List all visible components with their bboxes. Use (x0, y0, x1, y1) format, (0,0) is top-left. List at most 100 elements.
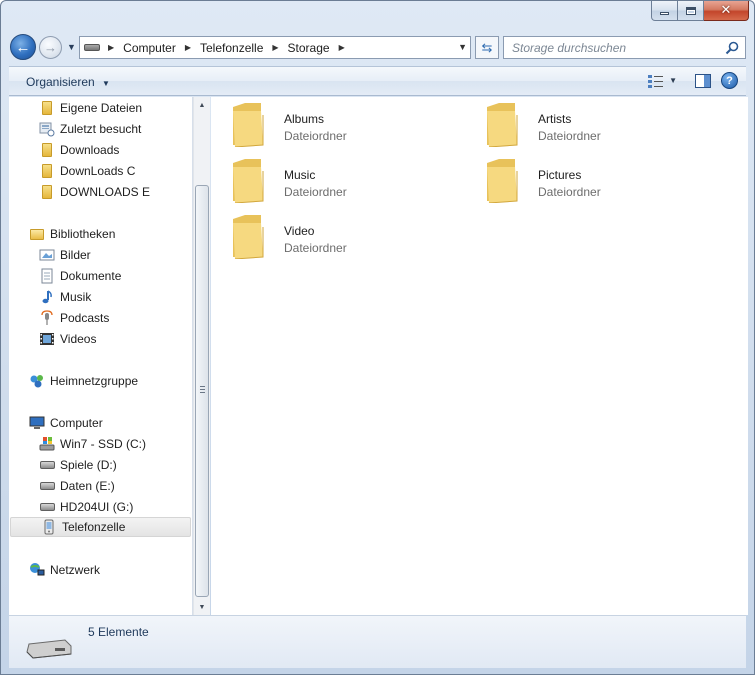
sidebar-item-label: Downloads (60, 143, 120, 157)
caption-buttons: ✕ (651, 1, 749, 21)
libraries-icon (29, 226, 45, 242)
sidebar-item-downloads[interactable]: Downloads (9, 140, 119, 160)
navigation-bar: ← → ▼ ▶ Computer ▶ Telefonzelle ▶ Storag… (9, 33, 746, 61)
sidebar-item-drive-d[interactable]: Spiele (D:) (9, 455, 117, 475)
search-box[interactable]: Storage durchsuchen (503, 36, 746, 59)
sidebar-item-bibliotheken[interactable]: Bibliotheken (9, 224, 115, 244)
sidebar-item-netzwerk[interactable]: Netzwerk (9, 560, 100, 580)
scroll-up-icon[interactable]: ▲ (194, 97, 210, 113)
network-icon (29, 562, 45, 578)
sidebar-item-podcasts[interactable]: Podcasts (9, 308, 109, 328)
sidebar-item-musik[interactable]: Musik (9, 287, 91, 307)
organize-menu[interactable]: Organisieren ▼ (26, 75, 110, 89)
minimize-icon (660, 12, 669, 15)
toolbar-right: ▼ ? (647, 72, 738, 89)
folder-icon (39, 100, 55, 116)
folder-icon (39, 142, 55, 158)
maximize-button[interactable] (678, 1, 704, 21)
command-bar: Organisieren ▼ ▼ ? (9, 66, 746, 96)
folder-tile-albums[interactable]: Albums Dateiordner (211, 97, 451, 149)
sidebar-item-label: Computer (50, 416, 103, 430)
folder-name: Albums (284, 112, 325, 126)
folder-tile-music[interactable]: Music Dateiordner (211, 153, 451, 205)
search-icon[interactable] (725, 41, 739, 55)
folder-icon (487, 159, 518, 203)
folder-tile-video[interactable]: Video Dateiordner (211, 209, 451, 261)
folder-name: Video (284, 224, 315, 238)
sidebar-item-telefonzelle[interactable]: Telefonzelle (10, 517, 191, 537)
sidebar-item-drive-g[interactable]: HD204UI (G:) (9, 497, 133, 517)
sidebar-item-label: Netzwerk (50, 563, 101, 577)
sidebar-item-computer[interactable]: Computer (9, 413, 103, 433)
sidebar-item-label: Podcasts (60, 311, 110, 325)
close-button[interactable]: ✕ (704, 1, 749, 21)
sidebar-item-bilder[interactable]: Bilder (9, 245, 91, 265)
sidebar-item-dokumente[interactable]: Dokumente (9, 266, 121, 286)
sidebar-item-zuletzt-besucht[interactable]: Zuletzt besucht (9, 119, 141, 139)
breadcrumb-storage[interactable]: Storage (288, 41, 330, 55)
maximize-icon (685, 6, 696, 15)
preview-pane-icon[interactable] (695, 73, 711, 88)
breadcrumb-separator-icon[interactable]: ▶ (272, 43, 278, 52)
folder-icon (39, 163, 55, 179)
sidebar-item-videos[interactable]: Videos (9, 329, 96, 349)
breadcrumb-computer[interactable]: Computer (123, 41, 176, 55)
recent-pages-dropdown[interactable]: ▼ (67, 42, 76, 52)
folder-name: Artists (538, 112, 572, 126)
sidebar-item-label: DownLoads C (60, 164, 136, 178)
breadcrumb-separator-icon[interactable]: ▶ (108, 43, 114, 52)
sidebar-item-label: Bibliotheken (50, 227, 116, 241)
podcasts-library-icon (39, 310, 55, 326)
folder-type: Dateiordner (284, 129, 347, 143)
minimize-button[interactable] (651, 1, 678, 21)
sidebar-item-label: Bilder (60, 248, 91, 262)
search-placeholder: Storage durchsuchen (512, 40, 627, 55)
scroll-down-icon[interactable]: ▼ (194, 599, 210, 615)
system-drive-icon (39, 436, 55, 452)
change-view-icon[interactable] (647, 74, 665, 88)
sidebar-item-label: Eigene Dateien (60, 101, 143, 115)
drive-icon (39, 457, 55, 473)
item-count: 5 Elemente (88, 625, 149, 639)
sidebar-item-drive-c[interactable]: Win7 - SSD (C:) (9, 434, 146, 454)
view-options-dropdown-icon[interactable]: ▼ (669, 76, 677, 85)
computer-icon (29, 415, 45, 431)
breadcrumb-telefonzelle[interactable]: Telefonzelle (200, 41, 263, 55)
breadcrumb-separator-icon[interactable]: ▶ (339, 43, 345, 52)
drive-icon (39, 478, 55, 494)
folder-type: Dateiordner (284, 185, 347, 199)
sidebar-item-label: DOWNLOADS E (60, 185, 151, 199)
sidebar-item-downloads-e[interactable]: DOWNLOADS E (9, 182, 150, 202)
folder-icon (39, 184, 55, 200)
sidebar-item-downloads-c[interactable]: DownLoads C (9, 161, 135, 181)
folder-tile-artists[interactable]: Artists Dateiordner (465, 97, 705, 149)
breadcrumb-separator-icon[interactable]: ▶ (185, 43, 191, 52)
sidebar-item-heimnetzgruppe[interactable]: Heimnetzgruppe (9, 371, 138, 391)
chevron-down-icon: ▼ (102, 79, 110, 88)
address-dropdown-icon[interactable]: ▼ (458, 42, 467, 52)
forward-button[interactable]: → (39, 36, 62, 59)
details-pane: 5 Elemente (9, 615, 746, 668)
navigation-pane-scrollbar[interactable]: ▲ ▼ (193, 97, 210, 615)
file-list: Albums Dateiordner Artists Dateiordner M… (211, 97, 748, 615)
removable-drive-icon (26, 639, 72, 659)
scrollbar-thumb[interactable] (195, 185, 209, 597)
sidebar-item-label: Videos (60, 332, 97, 346)
pictures-library-icon (39, 247, 55, 263)
close-icon: ✕ (720, 3, 732, 18)
sidebar-item-label: Telefonzelle (62, 520, 126, 534)
sidebar-item-label: Zuletzt besucht (60, 122, 142, 136)
folder-type: Dateiordner (538, 185, 601, 199)
refresh-button[interactable]: ⇆ (475, 36, 499, 59)
folder-tile-pictures[interactable]: Pictures Dateiordner (465, 153, 705, 205)
help-icon[interactable]: ? (721, 72, 738, 89)
documents-library-icon (39, 268, 55, 284)
sidebar-item-drive-e[interactable]: Daten (E:) (9, 476, 115, 496)
sidebar-item-eigene-dateien[interactable]: Eigene Dateien (9, 98, 142, 118)
back-button[interactable]: ← (10, 34, 36, 60)
music-library-icon (39, 289, 55, 305)
sidebar-item-label: HD204UI (G:) (60, 500, 134, 514)
sidebar-item-label: Spiele (D:) (60, 458, 117, 472)
organize-label: Organisieren (26, 75, 95, 89)
address-bar[interactable]: ▶ Computer ▶ Telefonzelle ▶ Storage ▶ ▼ (79, 36, 471, 59)
